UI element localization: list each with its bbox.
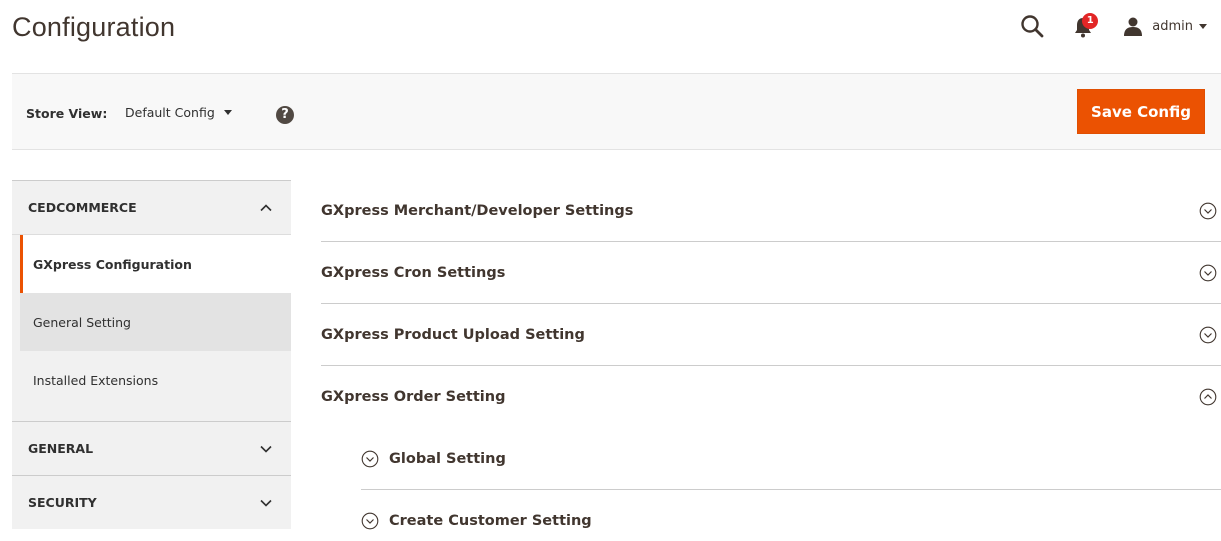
- config-main: GXpress Merchant/Developer Settings GXpr…: [321, 180, 1221, 541]
- section-title: GXpress Merchant/Developer Settings: [321, 202, 634, 219]
- subsection-title: Create Customer Setting: [389, 513, 592, 529]
- chevron-up-icon: [260, 204, 272, 212]
- caret-down-icon: [223, 110, 232, 115]
- subsection-create-customer-setting[interactable]: Create Customer Setting: [361, 490, 1221, 541]
- order-setting-subsections: Global Setting Create Customer Setting: [361, 428, 1221, 541]
- sidebar-section-title: GENERAL: [28, 441, 94, 456]
- subsection-global-setting[interactable]: Global Setting: [361, 428, 1221, 490]
- circle-chevron-down-icon: [361, 512, 379, 530]
- section-cron-settings[interactable]: GXpress Cron Settings: [321, 242, 1221, 304]
- sidebar-section-title: SECURITY: [28, 495, 97, 510]
- sidebar-section-header[interactable]: GENERAL: [12, 422, 291, 475]
- section-product-upload-setting[interactable]: GXpress Product Upload Setting: [321, 304, 1221, 366]
- circle-chevron-down-icon: [361, 450, 379, 467]
- circle-chevron-up-icon: [1199, 388, 1217, 406]
- config-sidebar: CEDCOMMERCE GXpress Configuration Genera…: [12, 180, 291, 529]
- circle-chevron-down-icon: [1199, 264, 1217, 282]
- header-actions: 1 admin: [1019, 10, 1207, 42]
- user-name: admin: [1152, 18, 1193, 34]
- user-icon: [1124, 17, 1143, 36]
- caret-down-icon: [1199, 23, 1207, 29]
- store-view-label: Store View:: [26, 106, 108, 121]
- circle-chevron-down-icon: [1199, 202, 1217, 220]
- help-icon[interactable]: ?: [276, 106, 294, 124]
- save-config-button[interactable]: Save Config: [1077, 89, 1205, 134]
- sidebar-section-header[interactable]: SECURITY: [12, 476, 291, 529]
- user-menu[interactable]: admin: [1123, 16, 1207, 36]
- section-merchant-developer-settings[interactable]: GXpress Merchant/Developer Settings: [321, 180, 1221, 242]
- section-title: GXpress Product Upload Setting: [321, 326, 585, 343]
- section-order-setting[interactable]: GXpress Order Setting: [321, 366, 1221, 428]
- notification-count-badge: 1: [1082, 13, 1099, 29]
- chevron-down-icon: [260, 445, 272, 453]
- store-view-value: Default Config: [125, 105, 215, 120]
- sidebar-section-title: CEDCOMMERCE: [28, 200, 137, 215]
- notifications-button[interactable]: 1: [1071, 13, 1101, 39]
- chevron-down-icon: [260, 499, 272, 507]
- sidebar-item-installed-extensions[interactable]: Installed Extensions: [20, 351, 291, 409]
- sidebar-section-header[interactable]: CEDCOMMERCE: [12, 181, 291, 234]
- sidebar-section-cedcommerce: CEDCOMMERCE GXpress Configuration Genera…: [12, 180, 291, 421]
- sidebar-item-label: Installed Extensions: [33, 372, 159, 388]
- sidebar-item-general-setting[interactable]: General Setting: [20, 293, 291, 351]
- sidebar-item-label: GXpress Configuration: [33, 256, 192, 272]
- store-view-switcher[interactable]: Default Config: [125, 105, 232, 120]
- sidebar-items: GXpress Configuration General Setting In…: [12, 234, 291, 421]
- circle-chevron-down-icon: [1199, 326, 1217, 344]
- section-title: GXpress Cron Settings: [321, 264, 506, 281]
- subsection-title: Global Setting: [389, 450, 506, 467]
- sidebar-section-security: SECURITY: [12, 475, 291, 529]
- store-view-bar: Store View: Default Config ? Save Config: [12, 73, 1221, 150]
- sidebar-items-spacer: [20, 409, 291, 421]
- sidebar-item-label: General Setting: [33, 314, 131, 330]
- section-title: GXpress Order Setting: [321, 389, 506, 405]
- sidebar-item-gxpress-configuration[interactable]: GXpress Configuration: [20, 235, 291, 293]
- page-title: Configuration: [12, 12, 176, 42]
- search-icon[interactable]: [1019, 13, 1045, 39]
- sidebar-section-general: GENERAL: [12, 421, 291, 475]
